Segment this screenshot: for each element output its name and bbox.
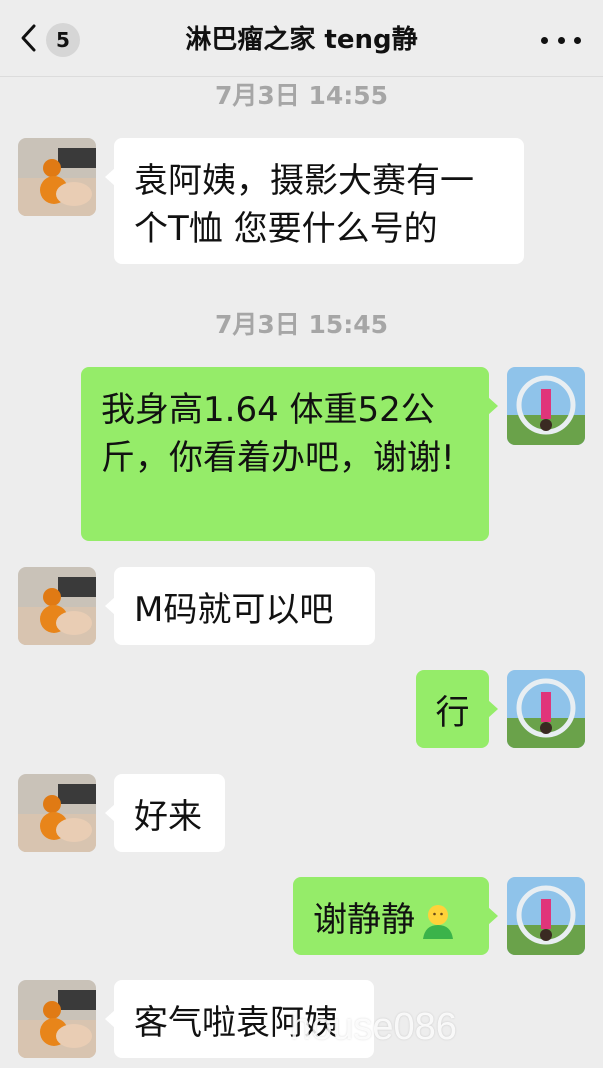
message-bubble-incoming[interactable]: 袁阿姨，摄影大赛有一个T恤 您要什么号的	[105, 138, 524, 264]
contact-avatar[interactable]	[18, 138, 96, 216]
ellipsis-icon	[541, 36, 548, 44]
contact-avatar[interactable]	[18, 980, 96, 1058]
nav-bar: 5 淋巴瘤之家 teng静	[0, 0, 603, 77]
message-bubble-incoming[interactable]: 好来	[105, 774, 225, 852]
contact-avatar[interactable]	[18, 567, 96, 645]
message-bubble-incoming[interactable]: M码就可以吧	[105, 567, 375, 645]
message-bubble-outgoing[interactable]: 谢静静	[293, 877, 498, 955]
chevron-left-icon	[18, 23, 40, 57]
chat-title: 淋巴瘤之家 teng静	[185, 25, 418, 55]
contact-avatar[interactable]	[18, 774, 96, 852]
watermark: house086	[290, 1006, 457, 1048]
user-avatar[interactable]	[507, 877, 585, 955]
unread-count-badge: 5	[46, 23, 80, 57]
person-emoji-icon	[419, 903, 457, 941]
user-avatar[interactable]	[507, 367, 585, 445]
user-avatar[interactable]	[507, 670, 585, 748]
message-bubble-outgoing[interactable]: 行	[416, 670, 498, 748]
message-text: 谢静静	[313, 900, 415, 940]
message-bubble-outgoing[interactable]: 我身高1.64 体重52公斤，你看着办吧，谢谢!	[81, 367, 498, 541]
timestamp: 7月3日 14:55	[214, 81, 389, 110]
back-button[interactable]: 5	[18, 22, 88, 58]
timestamp: 7月3日 15:45	[214, 310, 389, 339]
more-options-button[interactable]	[541, 30, 581, 50]
